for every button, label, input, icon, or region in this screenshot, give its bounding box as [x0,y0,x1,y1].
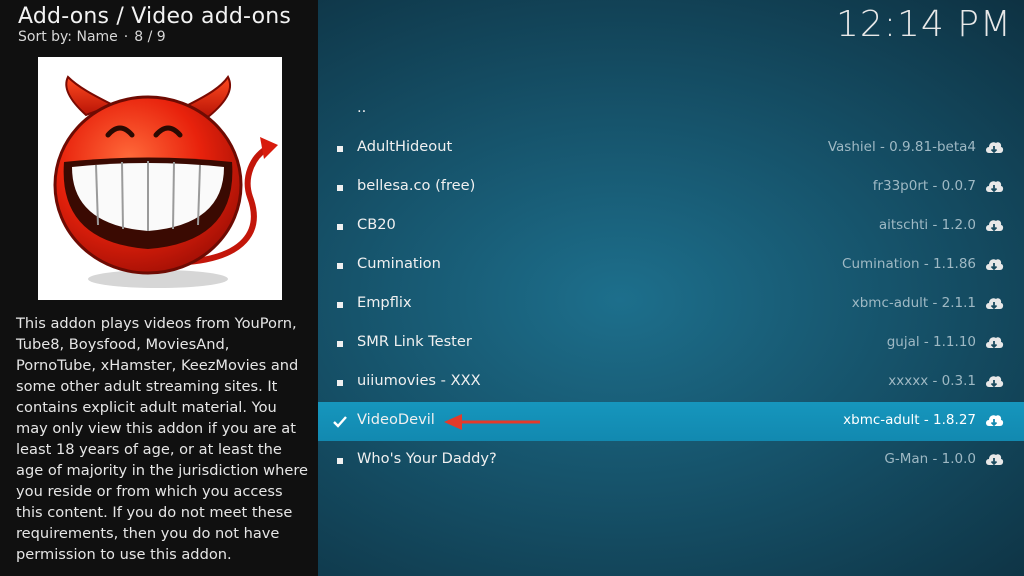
addon-description: This addon plays videos from YouPorn, Tu… [16,315,308,563]
addon-name: Empflix [357,294,412,311]
list-item[interactable]: AdultHideout Vashiel - 0.9.81-beta4 [318,129,1024,168]
addon-name: uiiumovies - XXX [357,372,481,389]
addon-author-version: xxxxx - 0.3.1 [888,373,976,389]
list-item-selected[interactable]: VideoDevil xbmc-adult - 1.8.27 [318,402,1024,441]
addon-name: SMR Link Tester [357,333,472,350]
addon-name: CB20 [357,216,396,233]
cloud-download-icon[interactable] [984,451,1004,469]
addon-list: .. AdultHideout Vashiel - 0.9.81-beta4 b… [318,90,1024,480]
addon-author-version: xbmc-adult - 1.8.27 [843,412,976,428]
cloud-download-icon[interactable] [984,412,1004,430]
bullet-square-icon [332,141,348,157]
addon-author-version: Vashiel - 0.9.81-beta4 [827,139,976,155]
bullet-square-icon [332,180,348,196]
addon-author-version: G-Man - 1.0.0 [884,451,976,467]
addon-name: Cumination [357,255,441,272]
red-arrow-left-icon [444,414,540,430]
addon-author-version: Cumination - 1.1.86 [842,256,976,272]
list-item[interactable]: Empflix xbmc-adult - 2.1.1 [318,285,1024,324]
list-item[interactable]: Cumination Cumination - 1.1.86 [318,246,1024,285]
cloud-download-icon[interactable] [984,373,1004,391]
bullet-square-icon [332,375,348,391]
bullet-square-icon [332,219,348,235]
smiling-devil-icon [53,75,278,288]
list-item[interactable]: SMR Link Tester gujal - 1.1.10 [318,324,1024,363]
addon-author-version: gujal - 1.1.10 [886,334,976,350]
list-item-parent[interactable]: .. [318,90,1024,129]
bullet-square-icon [332,297,348,313]
info-panel: Add-ons / Video add-ons Sort by: Name · 8 … [0,0,318,576]
addon-author-version: xbmc-adult - 2.1.1 [851,295,976,311]
addon-name: Who's Your Daddy? [357,450,497,467]
checkmark-icon [332,414,348,430]
cloud-download-icon[interactable] [984,217,1004,235]
list-item[interactable]: bellesa.co (free) fr33p0rt - 0.0.7 [318,168,1024,207]
addon-author-version: fr33p0rt - 0.0.7 [872,178,976,194]
sort-info: Sort by: Name · 8 / 9 [18,29,166,45]
addon-thumbnail [38,57,282,300]
list-item[interactable]: uiiumovies - XXX xxxxx - 0.3.1 [318,363,1024,402]
sort-label[interactable]: Sort by: Name [18,29,118,45]
cloud-download-icon[interactable] [984,139,1004,157]
cloud-download-icon[interactable] [984,178,1004,196]
addon-author-version: aitschti - 1.2.0 [878,217,976,233]
cloud-download-icon[interactable] [984,256,1004,274]
cloud-download-icon[interactable] [984,295,1004,313]
bullet-square-icon [332,336,348,352]
clock: 12:14 PM [836,4,1012,45]
list-item[interactable]: Who's Your Daddy? G-Man - 1.0.0 [318,441,1024,480]
addon-name: VideoDevil [357,411,435,428]
list-item-label: .. [357,99,367,116]
page-title: Add-ons / Video add-ons [18,4,292,29]
item-position: 8 / 9 [134,29,166,45]
addon-name: bellesa.co (free) [357,177,476,194]
cloud-download-icon[interactable] [984,334,1004,352]
bullet-square-icon [332,258,348,274]
addon-name: AdultHideout [357,138,453,155]
bullet-square-icon [332,453,348,469]
list-item[interactable]: CB20 aitschti - 1.2.0 [318,207,1024,246]
separator-dot: · [123,29,129,45]
